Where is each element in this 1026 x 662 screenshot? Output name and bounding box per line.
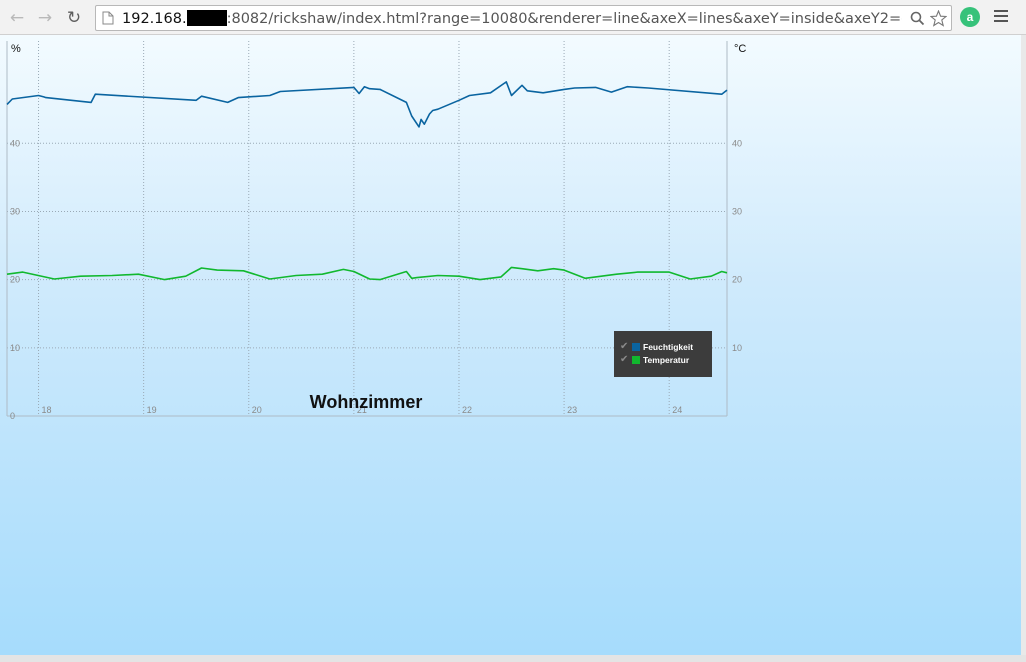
series-layer xyxy=(6,81,728,281)
y2-tick-label: 30 xyxy=(732,206,742,216)
y-tick-label: 0 xyxy=(10,411,15,421)
check-icon[interactable]: ✔ xyxy=(620,341,632,352)
y-axis-unit: % xyxy=(11,43,21,55)
check-icon[interactable]: ✔ xyxy=(620,354,632,365)
legend-label-feuchtigkeit: Feuchtigkeit xyxy=(643,341,694,352)
y-tick-label: 40 xyxy=(10,138,20,148)
y2-axis-unit: °C xyxy=(734,43,746,55)
legend-item-feuchtigkeit[interactable]: ✔ Feuchtigkeit xyxy=(620,340,712,353)
legend-swatch-temperatur xyxy=(632,355,640,364)
x-tick-label: 24 xyxy=(672,405,682,415)
y2-tick-label: 20 xyxy=(732,275,742,285)
y-tick-label: 30 xyxy=(10,206,20,216)
legend: ✔ Feuchtigkeit ✔ Temperatur xyxy=(614,331,712,377)
legend-swatch-feuchtigkeit xyxy=(632,342,640,351)
series-line-feuchtigkeit xyxy=(6,81,728,128)
y2-tick-label: 10 xyxy=(732,343,742,353)
x-tick-label: 20 xyxy=(252,405,262,415)
series-line-temperatur xyxy=(6,266,728,281)
chart: 0102030401020304018 19 20 21 22 23 24 % °C Woh… xyxy=(6,41,746,421)
y2-tick-label: 40 xyxy=(732,138,742,148)
x-tick-label: 22 xyxy=(462,405,472,415)
x-tick-label: 18 xyxy=(42,405,52,415)
chart-title: Wohnzimmer xyxy=(310,392,423,412)
x-tick-label: 23 xyxy=(567,405,577,415)
legend-item-temperatur[interactable]: ✔ Temperatur xyxy=(620,353,712,366)
legend-label-temperatur: Temperatur xyxy=(643,354,690,365)
y-tick-label: 10 xyxy=(10,343,20,353)
y-tick-label: 20 xyxy=(10,275,20,285)
x-tick-label: 19 xyxy=(147,405,157,415)
